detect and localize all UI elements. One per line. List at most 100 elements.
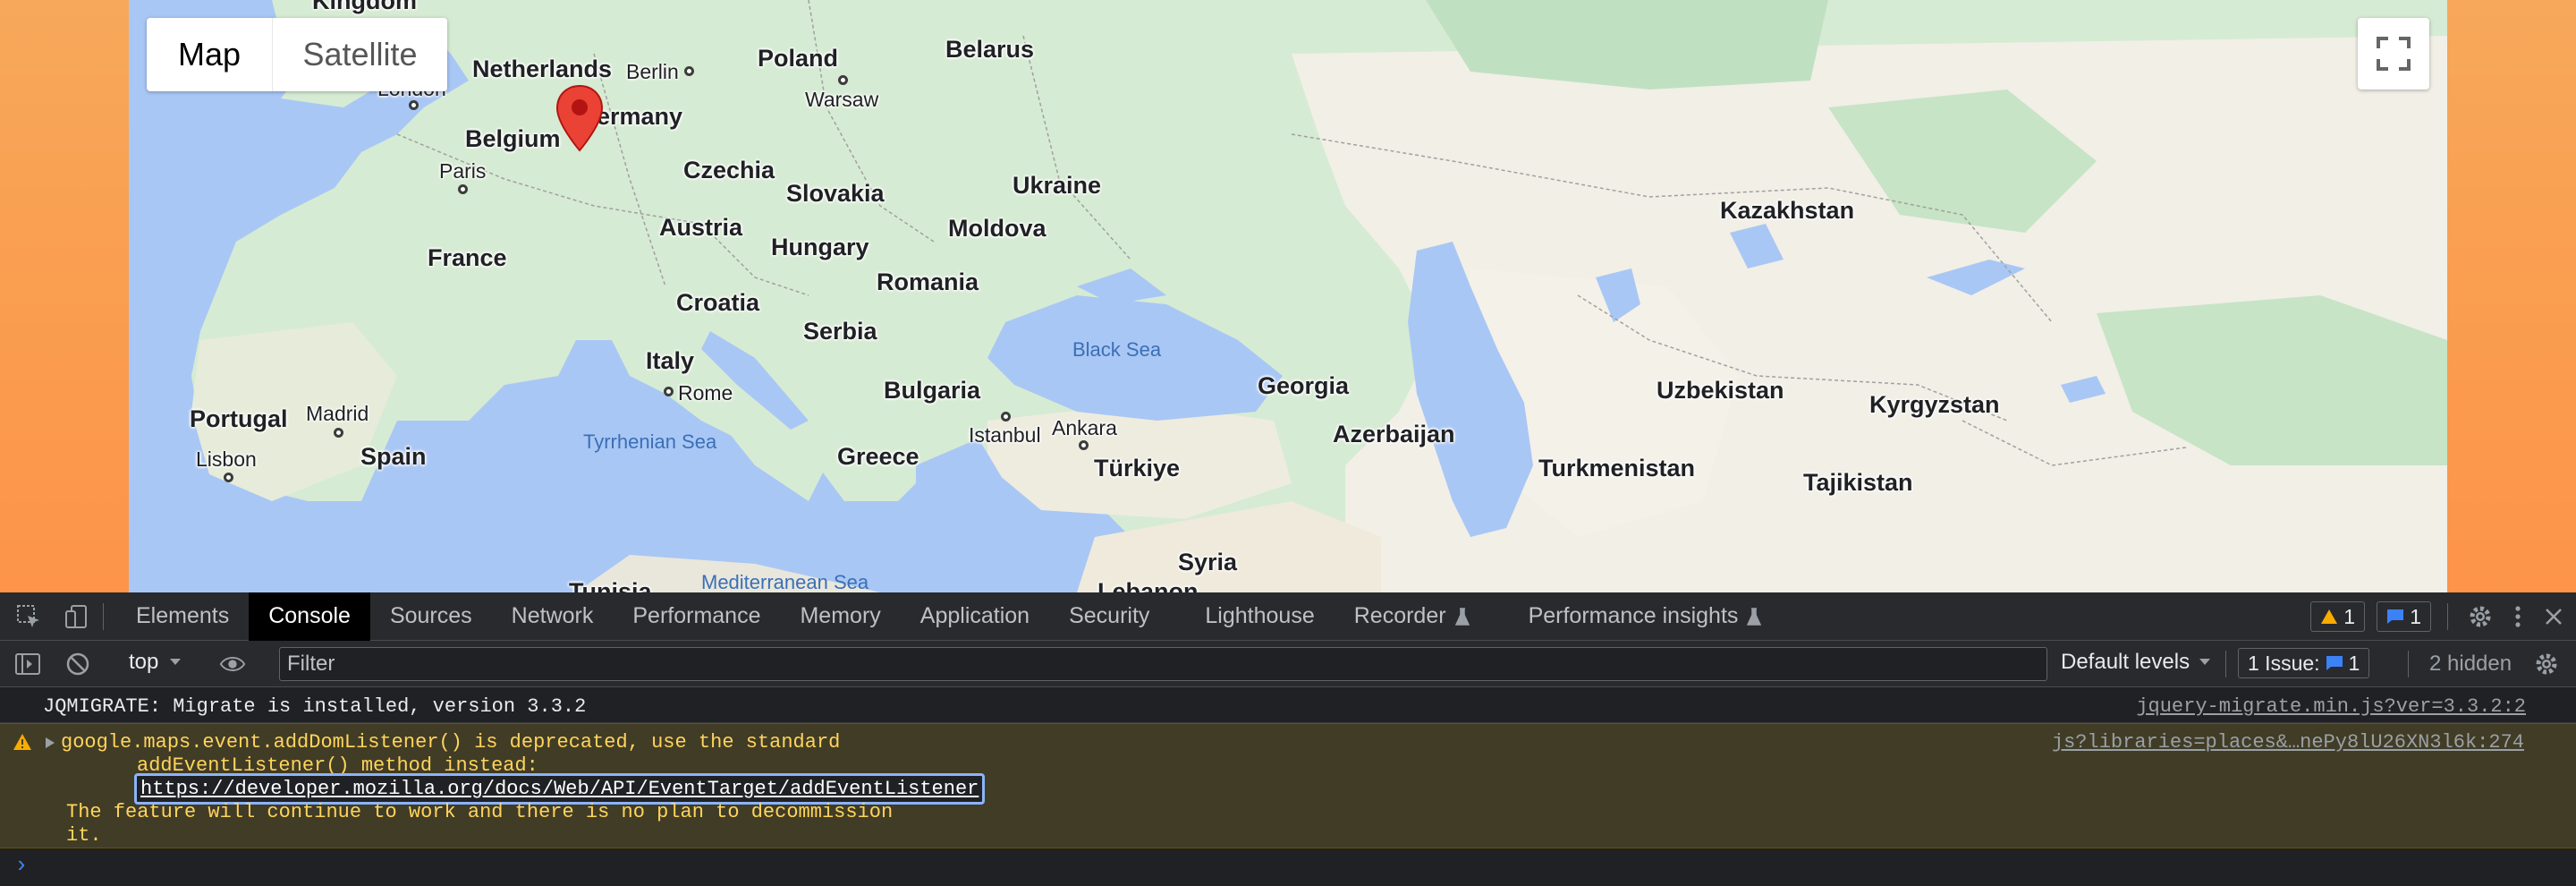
map-label-belarus: Belarus xyxy=(945,36,1035,63)
inspect-element-icon[interactable] xyxy=(15,603,42,630)
more-options-icon[interactable] xyxy=(2504,603,2531,630)
flask-icon xyxy=(1454,607,1470,626)
map-label-turkmenistan: Turkmenistan xyxy=(1538,455,1696,481)
fullscreen-icon xyxy=(2377,37,2411,71)
tab-sources[interactable]: Sources xyxy=(370,592,492,641)
tab-memory[interactable]: Memory xyxy=(780,592,900,641)
map-label-hungary: Hungary xyxy=(771,234,869,260)
log-levels-dropdown[interactable]: Default levels xyxy=(2061,650,2211,675)
warning-line-4: The feature will continue to work and th… xyxy=(66,801,894,823)
map-background xyxy=(129,0,2447,592)
console-filter-input[interactable] xyxy=(279,647,2047,681)
live-expression-eye-icon[interactable] xyxy=(219,651,246,677)
separator xyxy=(2447,603,2448,630)
map-label-uzbekistan: Uzbekistan xyxy=(1657,377,1784,404)
devtools-tabbar: Elements Console Sources Network Perform… xyxy=(0,592,2576,641)
map-type-satellite-button[interactable]: Satellite xyxy=(272,18,447,91)
warnings-count: 1 xyxy=(2343,604,2355,628)
map-type-map-button[interactable]: Map xyxy=(147,18,272,91)
tab-security[interactable]: Security xyxy=(1049,592,1169,641)
messages-badge[interactable]: 1 xyxy=(2377,601,2431,632)
issues-badge[interactable]: 1 Issue: 1 xyxy=(2238,648,2370,678)
message-icon xyxy=(2387,609,2404,624)
city-dot-lisbon xyxy=(224,473,233,482)
warning-mdn-link[interactable]: https://developer.mozilla.org/docs/Web/A… xyxy=(134,773,986,805)
tab-performance-insights[interactable]: Performance insights xyxy=(1509,592,1782,641)
city-dot-warsaw xyxy=(838,75,848,85)
warning-icon xyxy=(2321,609,2338,624)
messages-count: 1 xyxy=(2410,604,2421,628)
tab-network[interactable]: Network xyxy=(492,592,614,641)
context-selector-label: top xyxy=(129,650,159,674)
map-label-ukraine: Ukraine xyxy=(1013,172,1102,199)
map-label-warsaw: Warsaw xyxy=(805,88,879,111)
chevron-down-icon xyxy=(2199,659,2211,665)
console-message-info: JQMIGRATE: Migrate is installed, version… xyxy=(0,687,2576,723)
map-label-netherlands: Netherlands xyxy=(472,55,613,82)
map-type-control: Map Satellite xyxy=(147,18,447,91)
city-dot-madrid xyxy=(334,428,343,438)
city-dot-rome xyxy=(664,387,674,396)
map-label-poland: Poland xyxy=(758,45,839,72)
settings-gear-icon[interactable] xyxy=(2467,603,2494,630)
log-levels-label: Default levels xyxy=(2061,650,2190,674)
warning-source-link[interactable]: js?libraries=places&…nePy8lU26XN3l6k:274 xyxy=(2052,731,2524,754)
map-marker-icon[interactable] xyxy=(555,84,604,152)
tab-recorder[interactable]: Recorder xyxy=(1335,592,1489,641)
map-label-tajikistan: Tajikistan xyxy=(1803,469,1913,496)
warning-icon xyxy=(13,734,31,750)
map-label-istanbul: Istanbul xyxy=(969,423,1041,447)
tab-lighthouse[interactable]: Lighthouse xyxy=(1185,592,1334,641)
map-label-kingdom: Kingdom xyxy=(312,0,417,14)
fullscreen-button[interactable] xyxy=(2358,18,2429,89)
close-devtools-icon[interactable] xyxy=(2540,603,2567,630)
map-label-syria: Syria xyxy=(1178,549,1238,575)
console-message-warning: google.maps.event.addDomListener() is de… xyxy=(0,723,2576,848)
map-label-tunisia: Tunisia xyxy=(569,578,652,592)
separator xyxy=(103,602,104,630)
expand-triangle-icon[interactable] xyxy=(45,737,55,749)
map-label-austria: Austria xyxy=(659,214,743,241)
city-dot-berlin xyxy=(684,66,694,76)
city-dot-london xyxy=(409,100,419,110)
map-label-kazakhstan: Kazakhstan xyxy=(1720,197,1855,224)
issues-label: 1 Issue: xyxy=(2248,651,2320,675)
map-label-kyrgyzstan: Kyrgyzstan xyxy=(1869,391,2000,418)
map-label-italy: Italy xyxy=(646,347,695,374)
warning-line-1: google.maps.event.addDomListener() is de… xyxy=(61,731,841,754)
map-label-serbia: Serbia xyxy=(803,318,877,345)
issues-count: 1 xyxy=(2348,651,2360,675)
map-label-moldova: Moldova xyxy=(948,215,1046,242)
console-message-source-link[interactable]: jquery-migrate.min.js?ver=3.3.2:2 xyxy=(2136,695,2526,718)
map-label-tyrrhenian-sea: Tyrrhenian Sea xyxy=(583,430,717,453)
tab-console[interactable]: Console xyxy=(249,592,370,641)
map-label-portugal: Portugal xyxy=(190,405,288,432)
warning-line-5: it. xyxy=(66,824,102,847)
map-label-ankara: Ankara xyxy=(1052,416,1117,439)
tab-recorder-label: Recorder xyxy=(1353,603,1446,628)
console-settings-gear-icon[interactable] xyxy=(2533,651,2560,677)
map-label-slovakia: Slovakia xyxy=(786,180,885,207)
tab-performance[interactable]: Performance xyxy=(613,592,780,641)
tab-elements[interactable]: Elements xyxy=(116,592,249,641)
flask-icon xyxy=(1747,607,1762,626)
map-label-georgia: Georgia xyxy=(1258,372,1350,399)
tab-application[interactable]: Application xyxy=(901,592,1049,641)
city-dot-istanbul xyxy=(1001,412,1011,422)
warnings-badge[interactable]: 1 xyxy=(2310,601,2365,632)
clear-console-icon[interactable] xyxy=(64,651,91,677)
console-prompt[interactable]: › xyxy=(0,848,2576,882)
map-label-mediterranean-sea: Mediterranean Sea xyxy=(701,571,869,592)
map-container[interactable]: Kingdom Netherlands Berlin Poland Belaru… xyxy=(129,0,2447,592)
console-toolbar: top Default levels 1 Issue: 1 2 hidden xyxy=(0,641,2576,687)
map-label-paris: Paris xyxy=(439,159,487,183)
console-output: JQMIGRATE: Migrate is installed, version… xyxy=(0,687,2576,882)
context-selector[interactable]: top xyxy=(129,650,182,675)
map-label-croatia: Croatia xyxy=(676,289,760,316)
chevron-down-icon xyxy=(170,659,182,665)
map-label-rome: Rome xyxy=(678,381,733,405)
sidebar-toggle-icon[interactable] xyxy=(14,651,41,677)
map-label-bulgaria: Bulgaria xyxy=(884,377,981,404)
device-toolbar-icon[interactable] xyxy=(64,603,90,630)
map-label-czechia: Czechia xyxy=(683,157,775,183)
